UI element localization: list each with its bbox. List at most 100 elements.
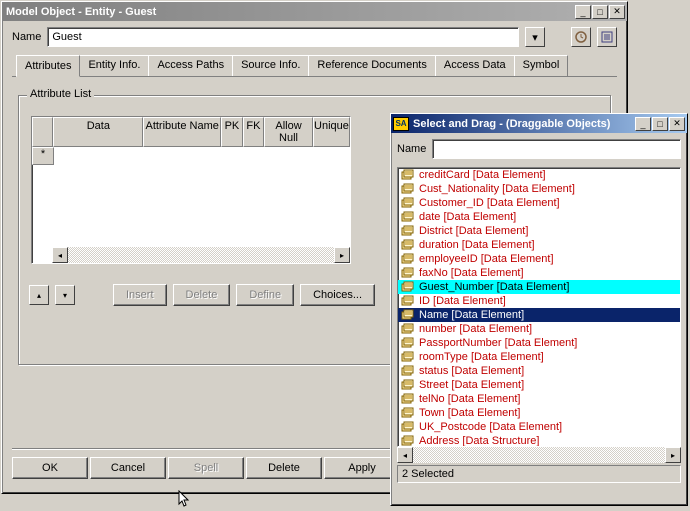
list-item[interactable]: PassportNumber [Data Element] <box>398 336 680 350</box>
move-up-button[interactable]: ▴ <box>29 285 49 305</box>
drag-maximize-button[interactable]: □ <box>652 117 668 131</box>
list-item[interactable]: roomType [Data Element] <box>398 350 680 364</box>
scroll-left-button[interactable]: ◂ <box>52 247 68 263</box>
list-scroll-right[interactable]: ▸ <box>665 447 681 463</box>
data-element-icon <box>401 407 415 419</box>
ok-button[interactable]: OK <box>12 457 88 479</box>
list-item-label: Address [Data Structure] <box>419 435 539 447</box>
grid-hscroll[interactable]: ◂ ▸ <box>52 247 350 263</box>
main-title: Model Object - Entity - Guest <box>4 6 575 18</box>
list-item[interactable]: ID [Data Element] <box>398 294 680 308</box>
list-item-label: Guest_Number [Data Element] <box>419 281 569 293</box>
data-element-icon <box>401 323 415 335</box>
list-item[interactable]: Cust_Nationality [Data Element] <box>398 182 680 196</box>
cancel-button[interactable]: Cancel <box>90 457 166 479</box>
tab-entity-info[interactable]: Entity Info. <box>79 55 149 76</box>
clock-icon <box>574 30 588 44</box>
choices-button[interactable]: Choices... <box>300 284 375 306</box>
col-unique[interactable]: Unique <box>313 117 350 147</box>
drag-name-input[interactable] <box>432 139 681 159</box>
define-button[interactable]: Define <box>236 284 294 306</box>
tab-source-info[interactable]: Source Info. <box>232 55 309 76</box>
drag-close-button[interactable]: ✕ <box>669 117 685 131</box>
list-item[interactable]: Name [Data Element] <box>398 308 680 322</box>
properties-icon-button[interactable] <box>597 27 617 47</box>
list-item-label: PassportNumber [Data Element] <box>419 337 577 349</box>
insert-button[interactable]: Insert <box>113 284 167 306</box>
list-item[interactable]: employeeID [Data Element] <box>398 252 680 266</box>
list-item-label: ID [Data Element] <box>419 295 506 307</box>
drag-titlebar[interactable]: SA Select and Drag - (Draggable Objects)… <box>391 114 687 133</box>
drag-name-label: Name <box>397 143 426 155</box>
list-item[interactable]: District [Data Element] <box>398 224 680 238</box>
list-item[interactable]: status [Data Element] <box>398 364 680 378</box>
scroll-track[interactable] <box>68 247 334 263</box>
name-input[interactable] <box>47 27 519 47</box>
list-item-label: number [Data Element] <box>419 323 532 335</box>
tab-access-data[interactable]: Access Data <box>435 55 515 76</box>
list-item[interactable]: creditCard [Data Element] <box>398 168 680 182</box>
list-item[interactable]: faxNo [Data Element] <box>398 266 680 280</box>
scroll-right-button[interactable]: ▸ <box>334 247 350 263</box>
group-legend: Attribute List <box>27 88 94 100</box>
list-item-label: telNo [Data Element] <box>419 393 521 405</box>
list-item[interactable]: Guest_Number [Data Element] <box>398 280 680 294</box>
col-fk[interactable]: FK <box>243 117 264 147</box>
drag-minimize-button[interactable]: _ <box>635 117 651 131</box>
col-data[interactable]: Data <box>53 117 143 147</box>
tab-bar: Attributes Entity Info. Access Paths Sou… <box>16 55 617 77</box>
clock-icon-button[interactable] <box>571 27 591 47</box>
col-rowselector[interactable] <box>32 117 53 147</box>
name-dropdown-button[interactable]: ▾ <box>525 27 545 47</box>
data-element-icon <box>401 435 415 447</box>
data-element-icon <box>401 379 415 391</box>
list-item[interactable]: Customer_ID [Data Element] <box>398 196 680 210</box>
list-item[interactable]: Address [Data Structure] <box>398 434 680 447</box>
col-pk[interactable]: PK <box>221 117 242 147</box>
data-element-icon <box>401 309 415 321</box>
list-item-label: Customer_ID [Data Element] <box>419 197 560 209</box>
list-item[interactable]: number [Data Element] <box>398 322 680 336</box>
data-element-icon <box>401 351 415 363</box>
list-item[interactable]: date [Data Element] <box>398 210 680 224</box>
col-allow-null[interactable]: Allow Null <box>264 117 313 147</box>
data-element-icon <box>401 365 415 377</box>
delete-attr-button[interactable]: Delete <box>173 284 231 306</box>
list-item[interactable]: UK_Postcode [Data Element] <box>398 420 680 434</box>
delete-button[interactable]: Delete <box>246 457 322 479</box>
data-element-icon <box>401 421 415 433</box>
list-item[interactable]: telNo [Data Element] <box>398 392 680 406</box>
apply-button[interactable]: Apply <box>324 457 400 479</box>
tab-access-paths[interactable]: Access Paths <box>148 55 233 76</box>
list-item[interactable]: duration [Data Element] <box>398 238 680 252</box>
list-item[interactable]: Town [Data Element] <box>398 406 680 420</box>
list-scroll-left[interactable]: ◂ <box>397 447 413 463</box>
tab-attributes[interactable]: Attributes <box>16 55 80 77</box>
data-element-icon <box>401 225 415 237</box>
new-row-marker[interactable]: * <box>32 147 54 165</box>
list-scroll-track[interactable] <box>413 447 665 463</box>
data-element-icon <box>401 169 415 181</box>
data-element-icon <box>401 267 415 279</box>
main-titlebar[interactable]: Model Object - Entity - Guest _ □ ✕ <box>2 2 627 21</box>
list-item[interactable]: Street [Data Element] <box>398 378 680 392</box>
close-button[interactable]: ✕ <box>609 5 625 19</box>
list-item-label: Name [Data Element] <box>419 309 524 321</box>
attribute-grid[interactable]: Data Attribute Name PK FK Allow Null Uni… <box>31 116 351 264</box>
sa-app-icon: SA <box>393 117 409 131</box>
data-element-icon <box>401 197 415 209</box>
spell-button[interactable]: Spell <box>168 457 244 479</box>
list-hscroll[interactable]: ◂ ▸ <box>397 447 681 463</box>
draggable-listbox[interactable]: creditCard [Data Element]Cust_Nationalit… <box>397 167 681 447</box>
col-attribute-name[interactable]: Attribute Name <box>143 117 221 147</box>
maximize-button[interactable]: □ <box>592 5 608 19</box>
list-item-label: duration [Data Element] <box>419 239 535 251</box>
data-element-icon <box>401 281 415 293</box>
list-item-label: faxNo [Data Element] <box>419 267 524 279</box>
list-item-label: UK_Postcode [Data Element] <box>419 421 562 433</box>
list-item-label: creditCard [Data Element] <box>419 169 546 181</box>
tab-symbol[interactable]: Symbol <box>514 55 569 76</box>
minimize-button[interactable]: _ <box>575 5 591 19</box>
move-down-button[interactable]: ▾ <box>55 285 75 305</box>
tab-reference-documents[interactable]: Reference Documents <box>308 55 435 76</box>
